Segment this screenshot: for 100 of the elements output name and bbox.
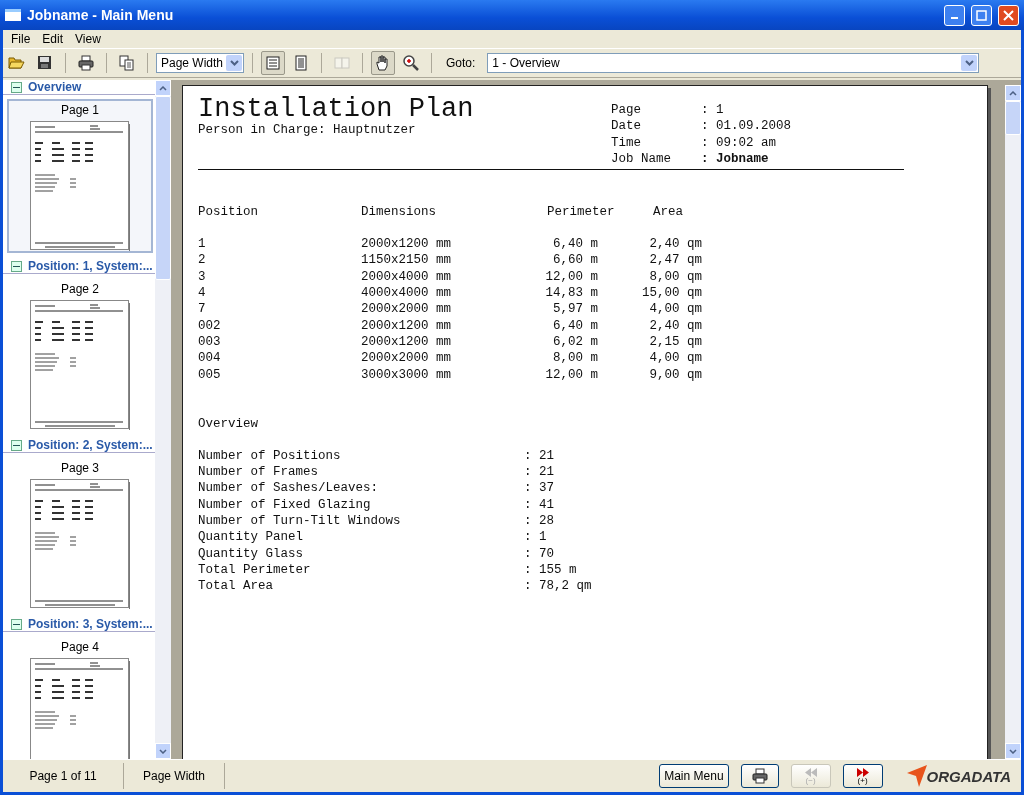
- page-label: Page 4: [60, 639, 99, 654]
- page-thumbnail-drawing[interactable]: [30, 300, 130, 430]
- double-arrow-right-icon: [855, 767, 870, 777]
- page-thumbnail-drawing[interactable]: [30, 658, 130, 759]
- table-cell: 2,15 qm: [649, 334, 702, 349]
- section-title[interactable]: Position: 2, System:...: [28, 438, 153, 452]
- logo-arrow-icon: [906, 765, 927, 787]
- collapse-icon[interactable]: [11, 618, 22, 630]
- table-cell: 6,40 m: [553, 318, 598, 333]
- table-cell: 004: [198, 351, 221, 366]
- info-value: : 01.09.2008: [701, 118, 792, 135]
- summary-label: Number of Sashes/Leaves:: [198, 481, 379, 496]
- printer-icon: [750, 767, 769, 785]
- summary-label: Number of Fixed Glazing: [198, 497, 371, 512]
- info-value: : Jobname: [701, 150, 770, 168]
- table-cell: 3000x3000 mm: [361, 367, 451, 382]
- column-header: Perimeter: [547, 204, 616, 221]
- scrollbar[interactable]: [155, 80, 171, 759]
- page-thumbnail-card[interactable]: Page 4: [7, 636, 153, 759]
- table-cell: 6,02 m: [553, 334, 598, 349]
- summary-value: : 28: [524, 514, 554, 529]
- collapse-icon[interactable]: [11, 81, 22, 93]
- table-cell: 5,97 m: [553, 302, 598, 317]
- minimize-icon: [951, 17, 958, 19]
- table-cell: 6,40 m: [553, 237, 598, 252]
- table-cell: 15,00 qm: [642, 286, 702, 301]
- double-arrow-left-icon: [803, 767, 818, 777]
- folder-icon: [8, 54, 26, 72]
- zoom-dropdown[interactable]: Page Width: [156, 53, 244, 73]
- menu-item[interactable]: File: [5, 32, 37, 46]
- page-thumbnail-card[interactable]: Page 1: [7, 99, 153, 253]
- menu-item[interactable]: View: [69, 32, 107, 46]
- main-menu-button[interactable]: Main Menu: [659, 764, 729, 788]
- document-title: Installation Plan: [198, 96, 475, 122]
- maximize-button[interactable]: [971, 4, 992, 26]
- caret-icon: [229, 60, 239, 66]
- page-lines-icon: [264, 54, 282, 72]
- summary-label: Quantity Glass: [198, 546, 304, 561]
- scroll-thumb[interactable]: [155, 96, 171, 280]
- summary-label: Number of Turn-Tilt Windows: [198, 514, 401, 529]
- section-title[interactable]: Position: 3, System:...: [28, 617, 153, 631]
- copy-icon: [118, 54, 136, 72]
- summary-label: Quantity Panel: [198, 530, 304, 545]
- collapse-icon[interactable]: [11, 439, 22, 451]
- zoom-in-icon: [402, 54, 420, 72]
- close-icon: [1003, 9, 1014, 21]
- close-button[interactable]: [998, 4, 1019, 26]
- section-title[interactable]: Overview: [28, 80, 82, 94]
- overview-heading: Overview: [198, 416, 259, 431]
- page-thumbnail-drawing[interactable]: [30, 121, 130, 251]
- table-cell: 9,00 qm: [649, 367, 702, 382]
- person-in-charge: Person in Charge: Hauptnutzer: [198, 122, 417, 138]
- goto-dropdown[interactable]: 1 - Overview: [487, 53, 980, 73]
- scroll-down-icon[interactable]: [159, 748, 167, 754]
- printer-icon: [77, 54, 95, 72]
- status-text: Page 1 of 11: [29, 769, 97, 783]
- table-cell: 2000x2000 mm: [361, 351, 451, 366]
- table-cell: 8,00 qm: [649, 269, 702, 284]
- table-cell: 005: [198, 367, 221, 382]
- next-page-button[interactable]: (+): [842, 764, 883, 788]
- table-cell: 3: [198, 269, 206, 284]
- table-cell: 14,83 m: [545, 286, 598, 301]
- hand-tool-button[interactable]: [371, 51, 395, 75]
- table-cell: 2,47 qm: [649, 253, 702, 268]
- page-thumbnail-drawing[interactable]: [30, 479, 130, 609]
- section-title[interactable]: Position: 1, System:...: [28, 259, 153, 273]
- single-page-tool-button[interactable]: [261, 51, 285, 75]
- page-label: Page 2: [60, 281, 99, 296]
- window-icon: [5, 9, 21, 21]
- summary-value: : 155 m: [524, 562, 577, 577]
- summary-value: : 78,2 qm: [524, 579, 592, 594]
- minimize-button[interactable]: [944, 4, 965, 26]
- scroll-up-icon[interactable]: [1009, 90, 1017, 96]
- two-pages-icon: [333, 54, 351, 72]
- page-thumbnail-card[interactable]: Page 3: [7, 457, 153, 611]
- page-thumbnail-card[interactable]: Page 2: [7, 278, 153, 432]
- caret-icon: [964, 60, 974, 66]
- scrollbar[interactable]: [1005, 85, 1021, 759]
- table-cell: 4000x4000 mm: [361, 286, 451, 301]
- table-cell: 1150x2150 mm: [361, 253, 451, 268]
- scroll-down-icon[interactable]: [1009, 748, 1017, 754]
- scroll-up-icon[interactable]: [159, 85, 167, 91]
- summary-label: Number of Frames: [198, 465, 319, 480]
- summary-value: : 21: [524, 448, 554, 463]
- menu-item[interactable]: Edit: [36, 32, 70, 46]
- summary-value: : 70: [524, 546, 554, 561]
- table-cell: 2,40 qm: [649, 318, 702, 333]
- info-label: Date: [611, 118, 642, 135]
- table-cell: 2000x1200 mm: [361, 237, 451, 252]
- column-header: Position: [198, 204, 259, 221]
- print-button[interactable]: [740, 764, 779, 788]
- table-cell: 2000x2000 mm: [361, 302, 451, 317]
- table-cell: 2000x1200 mm: [361, 334, 451, 349]
- table-cell: 4,00 qm: [649, 351, 702, 366]
- column-header: Area: [653, 204, 684, 221]
- scroll-thumb[interactable]: [1005, 101, 1021, 135]
- table-cell: 2,40 qm: [649, 237, 702, 252]
- collapse-icon[interactable]: [11, 260, 22, 272]
- table-cell: 4,00 qm: [649, 302, 702, 317]
- table-cell: 7: [198, 302, 206, 317]
